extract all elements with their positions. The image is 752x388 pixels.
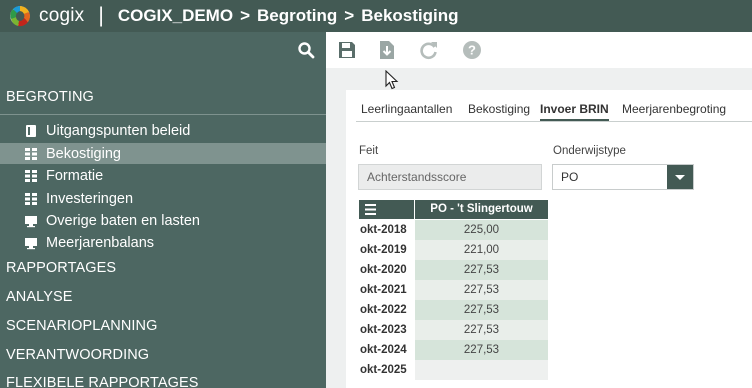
grid-cell[interactable]: 227,53 — [415, 260, 548, 280]
breadcrumb-separator: > — [240, 6, 251, 25]
sidebar-section-rapportages[interactable]: RAPPORTAGES — [6, 260, 116, 276]
sidebar-item-label: Uitgangspunten beleid — [46, 122, 191, 139]
grid-icon — [25, 193, 37, 205]
sidebar-item-formatie[interactable]: Formatie — [0, 165, 326, 186]
table-row: okt-2020 227,53 — [359, 260, 549, 280]
tab-bar-divider — [356, 121, 752, 122]
sidebar-item-label: Formatie — [46, 167, 104, 184]
cogix-logo-icon — [10, 6, 30, 27]
sidebar-item-label: Meerjarenbalans — [46, 234, 155, 251]
grid-cell[interactable]: 221,00 — [415, 240, 548, 260]
header-separator: | — [98, 4, 104, 27]
save-icon[interactable] — [337, 40, 357, 60]
table-row: okt-2023 227,53 — [359, 320, 549, 340]
book-icon — [26, 125, 36, 137]
toolbar: ? — [326, 32, 752, 68]
onderwijstype-label: Onderwijstype — [553, 145, 626, 157]
tab-meerjarenbegroting[interactable]: Meerjarenbegroting — [622, 97, 726, 121]
grid-icon — [25, 148, 37, 160]
row-label: okt-2022 — [360, 304, 407, 316]
help-icon[interactable]: ? — [462, 40, 482, 60]
search-icon[interactable] — [297, 41, 315, 59]
sidebar-section-begroting[interactable]: BEGROTING — [6, 89, 94, 105]
cogix-logo[interactable]: cogix — [7, 3, 84, 29]
feit-label: Feit — [359, 145, 379, 157]
download-icon[interactable] — [377, 40, 397, 60]
sidebar-section-analyse[interactable]: ANALYSE — [6, 289, 73, 305]
mouse-cursor-icon — [385, 70, 399, 90]
grid-icon — [25, 170, 37, 182]
grid-cell[interactable]: 227,53 — [415, 300, 548, 320]
sidebar-item-overige-baten-en-lasten[interactable]: Overige baten en lasten — [0, 210, 326, 231]
grid-cell[interactable]: 227,53 — [415, 340, 548, 360]
tab-leerlingaantallen[interactable]: Leerlingaantallen — [361, 97, 452, 121]
grid-cell[interactable] — [415, 360, 548, 380]
sidebar: BEGROTING Uitgangspunten beleid Bekostig… — [0, 32, 326, 388]
sidebar-item-uitgangspunten-beleid[interactable]: Uitgangspunten beleid — [0, 120, 326, 141]
app-header: cogix | COGIX_DEMO > Begroting > Bekosti… — [0, 0, 752, 32]
row-label: okt-2025 — [360, 364, 407, 376]
row-label: okt-2021 — [360, 284, 407, 296]
monitor-icon — [25, 238, 37, 250]
row-label: okt-2020 — [360, 264, 407, 276]
refresh-icon[interactable] — [419, 40, 439, 60]
grid-column-header[interactable]: PO - 't Slingertouw — [415, 200, 548, 219]
table-row: okt-2025 — [359, 360, 549, 380]
sidebar-item-investeringen[interactable]: Investeringen — [0, 188, 326, 209]
table-row: okt-2019 221,00 — [359, 240, 549, 260]
sidebar-item-label: Bekostiging — [46, 145, 121, 162]
grid-cell[interactable]: 225,00 — [415, 220, 548, 240]
tab-bekostiging[interactable]: Bekostiging — [468, 97, 530, 121]
sidebar-item-label: Overige baten en lasten — [46, 212, 200, 229]
breadcrumb-begroting[interactable]: Begroting — [257, 6, 337, 26]
logo-text: cogix — [39, 5, 85, 26]
dropdown-button[interactable] — [667, 165, 693, 189]
breadcrumb-separator: > — [344, 6, 355, 25]
breadcrumb-tenant[interactable]: COGIX_DEMO — [118, 6, 233, 26]
feit-field[interactable]: Achterstandsscore — [358, 164, 542, 190]
breadcrumb-bekostiging: Bekostiging — [361, 6, 459, 25]
sidebar-item-label: Investeringen — [46, 190, 134, 207]
tab-invoer-brin[interactable]: Invoer BRIN — [540, 97, 609, 121]
grid-cell[interactable]: 227,53 — [415, 320, 548, 340]
caret-down-icon — [675, 175, 685, 180]
sidebar-section-scenarioplanning[interactable]: SCENARIOPLANNING — [6, 318, 157, 334]
svg-text:?: ? — [468, 43, 476, 58]
table-row: okt-2022 227,53 — [359, 300, 549, 320]
monitor-icon — [25, 216, 37, 228]
sidebar-divider — [0, 114, 326, 115]
row-label: okt-2023 — [360, 324, 407, 336]
row-label: okt-2018 — [360, 224, 407, 236]
table-row: okt-2021 227,53 — [359, 280, 549, 300]
row-label: okt-2019 — [360, 244, 407, 256]
menu-icon — [365, 204, 376, 215]
sidebar-item-bekostiging[interactable]: Bekostiging — [0, 143, 326, 164]
sidebar-section-flexibele-rapportages[interactable]: FLEXIBELE RAPPORTAGES — [6, 375, 199, 388]
row-label: okt-2024 — [360, 344, 407, 356]
table-row: okt-2024 227,53 — [359, 340, 549, 360]
sidebar-item-meerjarenbalans[interactable]: Meerjarenbalans — [0, 232, 326, 253]
onderwijstype-select[interactable]: PO — [552, 164, 694, 190]
table-row: okt-2018 225,00 — [359, 220, 549, 240]
onderwijstype-value: PO — [561, 170, 579, 184]
grid-cell[interactable]: 227,53 — [415, 280, 548, 300]
sidebar-section-verantwoording[interactable]: VERANTWOORDING — [6, 347, 149, 363]
grid-menu-button[interactable] — [359, 200, 414, 219]
